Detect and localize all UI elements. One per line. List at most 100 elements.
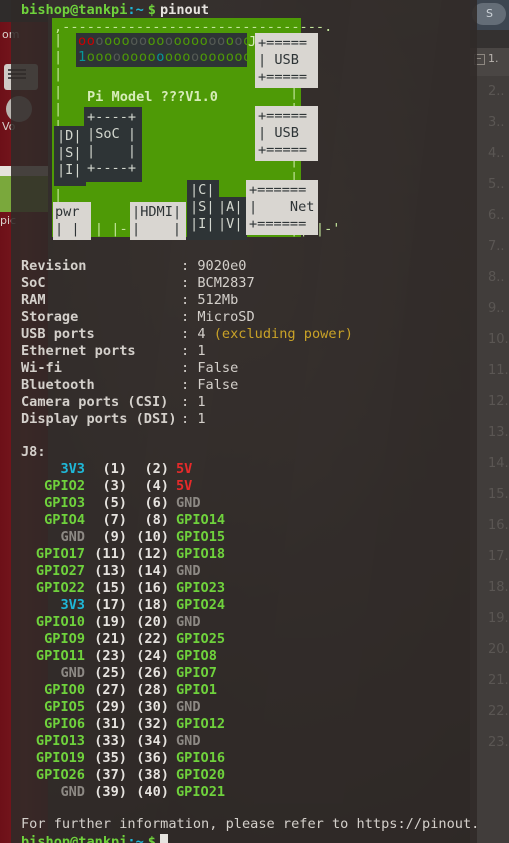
gpio-pin-number-right: (14) (136, 563, 169, 579)
usb-port-1: +===== | USB +===== (255, 33, 318, 88)
gpio-pin-number-left: (27) (94, 682, 127, 698)
board-info-row: Display ports (DSI): 1 (21, 411, 206, 428)
board-info-label: Wi-fi (21, 360, 62, 376)
gpio-pin-dot: o (138, 49, 148, 65)
gpio-pin-dot: o (190, 49, 200, 65)
gpio-pin-number-right: (18) (136, 597, 169, 613)
gpio-pin-name-right: GND (176, 563, 201, 579)
final-prompt-path: :~ (127, 834, 144, 843)
gpio-pin-number-right: (8) (144, 512, 169, 528)
terminal-prompt-line: bishop@tankpi:~ $ pinout (21, 2, 209, 19)
gpio-pin-number-left: (23) (94, 648, 127, 664)
pwr-label: pwr (55, 204, 80, 220)
dsi-connector: |D| |S| |I| (54, 126, 86, 186)
gpio-pin-name-left: GND (60, 784, 85, 800)
gpio-pin-name-right: GPIO23 (176, 580, 226, 596)
gpio-pin-number-left: (11) (94, 546, 127, 562)
bg-right-tab[interactable]: S (472, 3, 506, 25)
gpio-pin-number-left: (31) (94, 716, 127, 732)
gpio-pin-number-left: (5) (102, 495, 127, 511)
power-port: pwr | | (53, 202, 91, 240)
board-info-value: BCM2837 (197, 275, 255, 291)
board-info-value: False (197, 360, 239, 376)
board-info-value: 4 (197, 326, 206, 342)
gpio-pin-dot: o (138, 33, 148, 49)
gpio-pin-dot: o (217, 49, 226, 65)
gpio-pin-row: 3V3 (17) (18) GPIO24 (21, 597, 225, 614)
gpio-pin-dot: o (95, 33, 105, 49)
board-info-label: USB ports (21, 326, 95, 342)
board-info-label: Camera ports (CSI) (21, 394, 169, 410)
board-info-row: Camera ports (CSI): 1 (21, 394, 206, 411)
gpio-pin-dot: o (173, 49, 183, 65)
gpio-pin-dot: o (190, 33, 200, 49)
gpio-pin-name-right: GPIO15 (176, 529, 226, 545)
gpio-pin-name-right: GPIO25 (176, 631, 226, 647)
gpio-pin-number-right: (10) (136, 529, 169, 545)
gpio-pin-dot: o (147, 49, 157, 65)
gpio-pin-number-left: (19) (94, 614, 127, 630)
gpio-pin-name-left: GPIO5 (44, 699, 85, 715)
terminal-cursor[interactable] (159, 834, 168, 843)
gpio-pin-number-right: (40) (136, 784, 169, 800)
soc-label: SoC (95, 126, 120, 142)
gpio-pin-dot: o (147, 33, 157, 49)
gpio-pin-row: GPIO2 (3) (4) 5V (21, 478, 192, 495)
board-info-label: RAM (21, 292, 46, 308)
gpio-pin-dot: o (156, 49, 165, 65)
gpio-pin-number-left: (1) (102, 461, 127, 477)
terminal-final-prompt[interactable]: bishop@tankpi:~ $ (21, 834, 168, 843)
board-info-separator: : (181, 343, 198, 359)
board-info-label: SoC (21, 275, 46, 291)
gpio-pin-dot: o (208, 49, 217, 65)
network-port: +====== | Net +====== (246, 180, 318, 235)
gpio-pin-name-left: GPIO19 (35, 750, 85, 766)
board-info-row: Wi-fi: False (21, 360, 238, 377)
usb-label-2: USB (274, 125, 299, 141)
gpio-pin-name-left: GPIO26 (35, 767, 85, 783)
gpio-pin-row: GPIO0 (27) (28) GPIO1 (21, 682, 217, 699)
gpio-pin-name-right: GPIO14 (176, 512, 226, 528)
gpio-pin-row: GPIO27 (13) (14) GND (21, 563, 201, 580)
gpio-pin-dot: o (208, 33, 217, 49)
gpio-pin-name-left: 3V3 (60, 461, 85, 477)
gpio-pin-name-right: GPIO12 (176, 716, 226, 732)
gpio-pin-number-right: (24) (136, 648, 169, 664)
gpio-pin-name-left: 3V3 (60, 597, 85, 613)
gpio-pin-dot: o (104, 49, 113, 65)
board-info-row: USB ports: 4 (excluding power) (21, 326, 353, 343)
gpio-pin-dot: o (173, 33, 183, 49)
gpio-pin-row: GPIO26 (37) (38) GPIO20 (21, 767, 225, 784)
gpio-pin-row: GPIO5 (29) (30) GND (21, 699, 200, 716)
gpio-pin-row: GND (9) (10) GPIO15 (21, 529, 225, 546)
gpio-pin-name-left: GPIO9 (44, 631, 85, 647)
gpio-pin-number-left: (25) (94, 665, 127, 681)
gpio-pin-dot: o (234, 33, 244, 49)
board-info-label: Bluetooth (21, 377, 95, 393)
gpio-pin-name-right: GPIO24 (176, 597, 226, 613)
gpio-pin-number-right: (36) (136, 750, 169, 766)
gpio-pin-dot: o (234, 49, 244, 65)
gpio-pin-dot: o (164, 49, 174, 65)
gpio-pin-dot: o (95, 49, 105, 65)
gpio-pin-name-left: GPIO4 (44, 512, 85, 528)
board-info-row: Revision: 9020e0 (21, 258, 246, 275)
usb-label-1: USB (274, 52, 299, 68)
gpio-pin-row: 3V3 (1) (2) 5V (21, 461, 192, 478)
board-info-note: (excluding power) (205, 326, 353, 342)
hdmi-port: |HDMI| | | (130, 202, 186, 240)
gpio-pin-row: GPIO22 (15) (16) GPIO23 (21, 580, 225, 597)
av-connector: |A| |V| (215, 197, 247, 240)
gpio-pin-number-right: (6) (144, 495, 169, 511)
gpio-pin-row: GND (25) (26) GPIO7 (21, 665, 216, 682)
gpio-pin-number-left: (39) (94, 784, 127, 800)
gpio-pin-row: GPIO4 (7) (8) GPIO14 (21, 512, 225, 529)
gpio-pin-row: GPIO3 (5) (6) GND (21, 495, 200, 512)
terminal-window[interactable]: bishop@tankpi:~ $ pinout ,----------------… (11, 0, 477, 843)
board-info-row: RAM: 512Mb (21, 292, 238, 309)
gpio-pin-name-left: GPIO6 (44, 716, 85, 732)
gpio-pin-dot: o (130, 33, 139, 49)
gpio-pin-number-right: (2) (144, 461, 169, 477)
gpio-pin-number-left: (37) (94, 767, 127, 783)
gpio-pin-name-right: 5V (176, 461, 193, 477)
